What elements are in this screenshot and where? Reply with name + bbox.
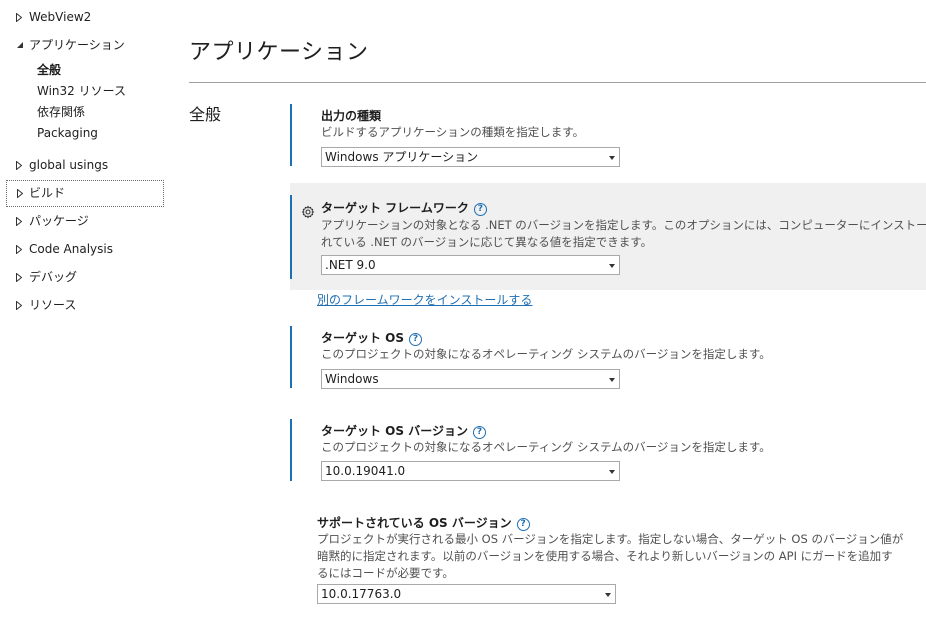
expanded-arrow-icon[interactable] <box>16 34 26 56</box>
property-title: サポートされている OS バージョン <box>317 516 512 530</box>
property-title-row: ターゲット OS? <box>321 329 423 346</box>
sidebar-item-build[interactable]: ビルド <box>6 180 164 207</box>
property-description: ビルドするアプリケーションの種類を指定します。 <box>321 125 585 139</box>
install-framework-link[interactable]: 別のフレームワークをインストールする <box>317 291 532 308</box>
property-description: このプロジェクトの対象になるオペレーティング システムのバージョンを指定します。 <box>321 347 771 361</box>
title-divider <box>189 82 926 83</box>
property-description: このプロジェクトの対象になるオペレーティング システムのバージョンを指定します。 <box>321 440 771 454</box>
description-line: るにはコードが必要です。 <box>317 566 454 580</box>
chevron-down-icon <box>605 593 611 597</box>
help-icon[interactable]: ? <box>473 203 487 216</box>
collapsed-arrow-icon[interactable] <box>17 181 27 206</box>
property-title-row: ターゲット OS バージョン? <box>321 422 486 439</box>
collapsed-arrow-icon[interactable] <box>16 6 26 28</box>
page-title: アプリケーション <box>189 40 369 65</box>
property-title: ターゲット フレームワーク <box>321 201 469 215</box>
sidebar-item-label: WebView2 <box>29 10 92 24</box>
chevron-down-icon <box>609 156 615 160</box>
sidebar-item-label: Code Analysis <box>29 242 113 256</box>
description-line: プロジェクトが実行される最小 OS バージョンを指定します。指定しない場合、ター… <box>317 532 904 546</box>
gear-icon[interactable] <box>301 205 315 219</box>
target-os-select[interactable]: Windows <box>321 369 620 389</box>
help-icon[interactable]: ? <box>409 333 423 346</box>
description-line: アプリケーションの対象となる .NET のバージョンを指定します。このオプション… <box>321 218 926 232</box>
select-value: 10.0.19041.0 <box>325 464 406 478</box>
target-framework-select[interactable]: .NET 9.0 <box>321 255 620 275</box>
property-accent-bar <box>290 419 292 481</box>
sidebar-item-label: パッケージ <box>29 214 89 228</box>
property-description: アプリケーションの対象となる .NET のバージョンを指定します。このオプション… <box>321 217 926 251</box>
property-accent-bar <box>290 326 292 388</box>
help-icon[interactable]: ? <box>472 426 486 439</box>
sidebar: WebView2 アプリケーション 全般 Win32 リソース 依存関係 Pac… <box>0 0 170 618</box>
property-accent-bar <box>290 104 292 166</box>
property-target-os: ターゲット OS? このプロジェクトの対象になるオペレーティング システムのバー… <box>290 326 926 389</box>
property-supported-os-version: サポートされている OS バージョン? プロジェクトが実行される最小 OS バー… <box>286 512 922 612</box>
property-title: 出力の種類 <box>321 109 382 123</box>
property-description: プロジェクトが実行される最小 OS バージョンを指定します。指定しない場合、ター… <box>317 531 904 582</box>
description-line: 暗黙的に指定されます。以前のバージョンを使用する場合、それより新しいバージョンの… <box>317 549 893 563</box>
property-title-row: サポートされている OS バージョン? <box>317 514 530 531</box>
collapsed-arrow-icon[interactable] <box>16 266 26 288</box>
select-value: Windows アプリケーション <box>325 150 479 164</box>
sidebar-subitem-packaging[interactable]: Packaging <box>37 123 98 143</box>
sidebar-item-label: アプリケーション <box>29 38 125 52</box>
select-value: 10.0.17763.0 <box>321 587 402 601</box>
chevron-down-icon <box>609 470 615 474</box>
property-target-framework: ターゲット フレームワーク? アプリケーションの対象となる .NET のバージョ… <box>290 183 926 290</box>
sidebar-item-label: global usings <box>29 158 109 172</box>
sidebar-subitem-dependencies[interactable]: 依存関係 <box>37 102 85 122</box>
sidebar-subitem-general[interactable]: 全般 <box>37 60 61 80</box>
collapsed-arrow-icon[interactable] <box>16 294 26 316</box>
collapsed-arrow-icon[interactable] <box>16 238 26 260</box>
output-type-select[interactable]: Windows アプリケーション <box>321 147 620 167</box>
chevron-down-icon <box>609 378 615 382</box>
property-target-os-version: ターゲット OS バージョン? このプロジェクトの対象になるオペレーティング シ… <box>290 419 926 481</box>
property-title: ターゲット OS バージョン <box>321 424 468 438</box>
help-icon[interactable]: ? <box>516 518 530 531</box>
sidebar-subitem-win32-resources[interactable]: Win32 リソース <box>37 81 126 101</box>
sidebar-item-label: リソース <box>29 298 77 312</box>
sidebar-item-label: デバッグ <box>29 270 78 284</box>
property-output-type: 出力の種類 ビルドするアプリケーションの種類を指定します。 Windows アプ… <box>290 104 926 167</box>
chevron-down-icon <box>609 264 615 268</box>
select-value: .NET 9.0 <box>325 258 376 272</box>
collapsed-arrow-icon[interactable] <box>16 210 26 232</box>
description-line: れている .NET のバージョンに応じて異なる値を指定できます。 <box>321 235 653 249</box>
collapsed-arrow-icon[interactable] <box>16 154 26 176</box>
sidebar-item-label: ビルド <box>29 186 66 200</box>
property-title-row: ターゲット フレームワーク? <box>321 199 487 216</box>
property-accent-bar <box>290 195 292 279</box>
supported-os-version-select[interactable]: 10.0.17763.0 <box>317 584 616 604</box>
property-title: ターゲット OS <box>321 331 405 345</box>
section-label: 全般 <box>189 105 222 124</box>
target-os-version-select[interactable]: 10.0.19041.0 <box>321 461 620 481</box>
select-value: Windows <box>325 372 379 386</box>
